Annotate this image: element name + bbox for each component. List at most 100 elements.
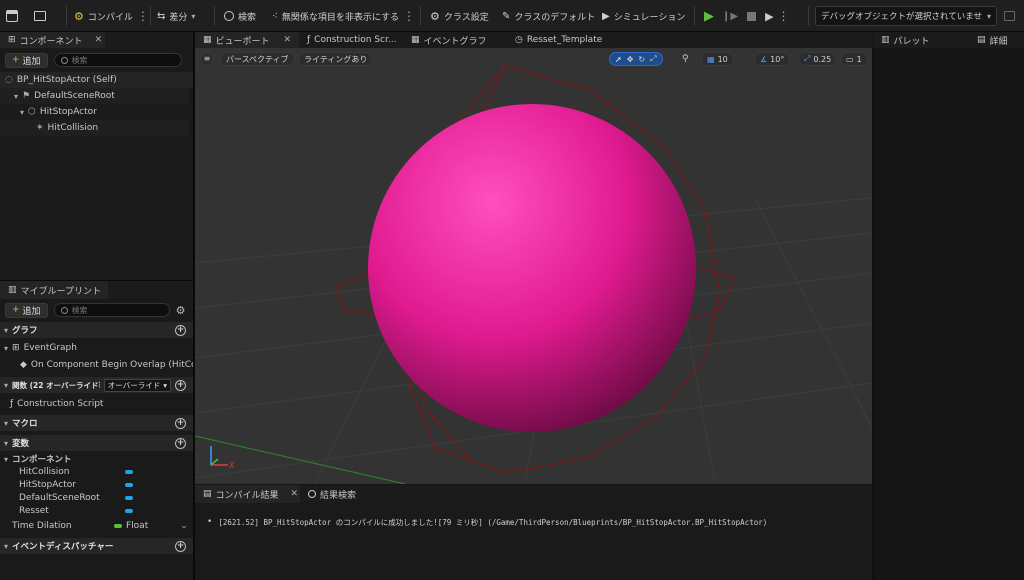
class-defaults-button[interactable]: ✎ クラスのデフォルト (502, 5, 595, 27)
move-icon[interactable]: ✥ (627, 55, 634, 64)
play-icon[interactable]: ▶ (704, 9, 714, 24)
add-dispatcher-icon[interactable]: + (175, 540, 186, 552)
event-overlap-item[interactable]: ◆On Component Begin Overlap (HitCollisio… (0, 357, 193, 373)
tree-row-hit-collision[interactable]: ✶ HitCollision (0, 120, 189, 136)
viewport-scene: X (195, 65, 872, 484)
tab-compile-results[interactable]: ▤ コンパイル結果 ✕ (195, 485, 300, 503)
chevron-down-icon: ▾ (4, 454, 9, 464)
tree-row-label: HitStopActor (39, 107, 97, 117)
rotation-snap-value: 10° (770, 54, 785, 64)
tab-details[interactable]: ▤ 詳細 (973, 32, 1021, 48)
tree-row-self[interactable]: ◌ BP_HitStopActor (Self) (0, 72, 193, 88)
sphere-mesh[interactable] (368, 104, 696, 432)
simulation-button[interactable]: ▶ シミュレーション (602, 5, 685, 27)
debug-filter-icon[interactable] (1004, 11, 1015, 21)
compile-options-icon[interactable]: ⋮ (137, 9, 149, 23)
gear-icon[interactable]: ⚙ (176, 304, 186, 317)
scale-icon[interactable]: ⤢ (650, 54, 656, 64)
chevron-down-icon: ▾ (4, 325, 9, 335)
debug-object-label: デバッグオブジェクトが選択されていません (821, 12, 983, 22)
tab-components[interactable]: ⊞ コンポーネント ✕ (0, 32, 105, 48)
class-settings-button[interactable]: ⚙ クラス設定 (430, 5, 489, 27)
scale-snap-button[interactable]: ⤢ 0.25 (798, 52, 838, 66)
tab-find-results[interactable]: 結果検索 (300, 485, 364, 503)
perspective-button[interactable]: パースペクティブ (220, 52, 295, 66)
clock-icon: ◷ (515, 35, 523, 45)
add-macro-icon[interactable]: + (175, 417, 186, 429)
tab-palette[interactable]: ▥ パレット (873, 32, 973, 48)
tree-row-default-scene-root[interactable]: ▾ ⚑ DefaultSceneRoot (0, 88, 189, 104)
event-dispatchers-section-label: イベントディスパッチャー (12, 542, 114, 552)
pencil-icon: ✎ (502, 10, 511, 22)
construction-script-item[interactable]: ƒ Construction Script (0, 396, 193, 412)
collision-icon: ✶ (36, 123, 44, 133)
add-graph-icon[interactable]: + (175, 324, 186, 336)
my-blueprint-panel: ▥ マイブループリント ✕ +追加 検索 ⚙ ▾グラフ+ ▾⊞EventGrap… (0, 280, 193, 580)
variables-section[interactable]: ▾ 変数 + (0, 435, 193, 451)
close-icon[interactable]: ✕ (105, 285, 108, 295)
add-function-icon[interactable]: + (175, 379, 186, 391)
close-icon[interactable]: ✕ (275, 35, 291, 45)
rotation-snap-icon: ∡ (760, 54, 768, 64)
tab-construction-script[interactable]: ƒ Construction Scr... (299, 32, 403, 48)
rotation-snap-button[interactable]: ∡ 10° (754, 52, 791, 66)
macros-section[interactable]: ▾ マクロ + (0, 415, 193, 431)
close-icon[interactable]: ✕ (87, 35, 103, 45)
functions-section-label: 関数 (22 オーバーライド可能) (12, 380, 100, 390)
save-button[interactable] (6, 5, 18, 27)
tab-viewport[interactable]: ▦ ビューポート ✕ (195, 32, 299, 48)
add-component-button[interactable]: + 追加 (5, 52, 48, 68)
my-blueprint-tabbar: ▥ マイブループリント ✕ (0, 281, 193, 299)
play-options-icon[interactable]: ⋮ (778, 9, 790, 23)
launch-icon[interactable]: ▶ (765, 10, 773, 23)
camera-speed-button[interactable]: ▭ 1 (840, 52, 868, 66)
components-search-input[interactable]: 検索 (53, 53, 182, 67)
book-icon: ▥ (8, 285, 17, 295)
time-dilation-variable[interactable]: Time Dilation Float ⌄ (0, 518, 193, 534)
search-icon (224, 11, 234, 21)
viewport[interactable]: X ≡ パースペクティブ ライティングあり ➚ ✥ ↻ ⤢ ⚲ ▦ 10 ∡ 10° ⤢ 0… (195, 48, 872, 484)
diff-button[interactable]: ⇆ 差分 ▾ (157, 5, 195, 27)
bottom-tabbar: ▤ コンパイル結果 ✕ 結果検索 (195, 485, 872, 503)
tree-row-hitstop-actor[interactable]: ▾ ⬡ HitStopActor (0, 104, 189, 120)
tab-resset-template[interactable]: ◷ Resset_Template (507, 32, 627, 48)
stop-icon[interactable] (747, 11, 757, 21)
close-icon[interactable]: ✕ (283, 489, 299, 499)
lighting-button[interactable]: ライティングあり (298, 52, 374, 66)
chevron-down-icon[interactable]: ⌄ (180, 521, 188, 531)
tab-my-blueprint[interactable]: ▥ マイブループリント ✕ (0, 281, 108, 299)
add-variable-icon[interactable]: + (175, 437, 186, 449)
chevron-down-icon: ▾ (20, 107, 25, 117)
add-member-button[interactable]: + 追加 (5, 302, 48, 318)
debug-object-select[interactable]: デバッグオブジェクトが選択されていません ▾ (815, 6, 997, 26)
rotate-icon[interactable]: ↻ (638, 55, 645, 64)
hide-unrelated-button[interactable]: ⁖ 無関係な項目を非表示にする ⋮ (272, 5, 415, 27)
grid-snap-button[interactable]: ▦ 10 (701, 52, 734, 66)
add-component-label: 追加 (22, 56, 41, 67)
camera-speed-value: 1 (856, 54, 862, 64)
diff-icon: ⇆ (157, 10, 166, 22)
my-blueprint-search-input[interactable]: 検索 (53, 303, 170, 317)
step-icon[interactable]: ❙▶ (722, 11, 738, 22)
surface-snap-icon[interactable]: ⚲ (682, 54, 689, 64)
find-button[interactable]: 検索 (224, 5, 256, 27)
tab-event-graph[interactable]: ▦ イベントグラフ (403, 32, 507, 48)
compile-button[interactable]: ⚙ コンパイル ⋮ (74, 5, 149, 27)
graph-section[interactable]: ▾ グラフ + (0, 322, 193, 338)
select-icon[interactable]: ➚ (615, 55, 622, 64)
class-settings-label: クラス設定 (443, 12, 489, 23)
variable-item[interactable]: Resset (0, 503, 193, 519)
browse-button[interactable] (34, 5, 46, 27)
plus-icon: + (12, 55, 20, 65)
viewport-icon: ▦ (203, 35, 212, 45)
event-dispatchers-section[interactable]: ▾ イベントディスパッチャー + (0, 538, 193, 554)
hide-unrelated-options-icon[interactable]: ⋮ (403, 9, 415, 23)
object-type-pill (125, 496, 133, 500)
chevron-down-icon: ▾ (986, 11, 991, 21)
override-dropdown[interactable]: オーバーライド ▾ (103, 378, 171, 392)
viewport-menu-button[interactable]: ≡ (200, 52, 214, 66)
components-toolbar: + 追加 検索 (0, 48, 193, 72)
components-tabbar: ⊞ コンポーネント ✕ (0, 32, 193, 48)
event-graph-item[interactable]: ▾ ⊞ EventGraph (0, 340, 193, 356)
functions-section[interactable]: ▾関数 (22 オーバーライド可能) オーバーライド▾ + (0, 377, 193, 393)
